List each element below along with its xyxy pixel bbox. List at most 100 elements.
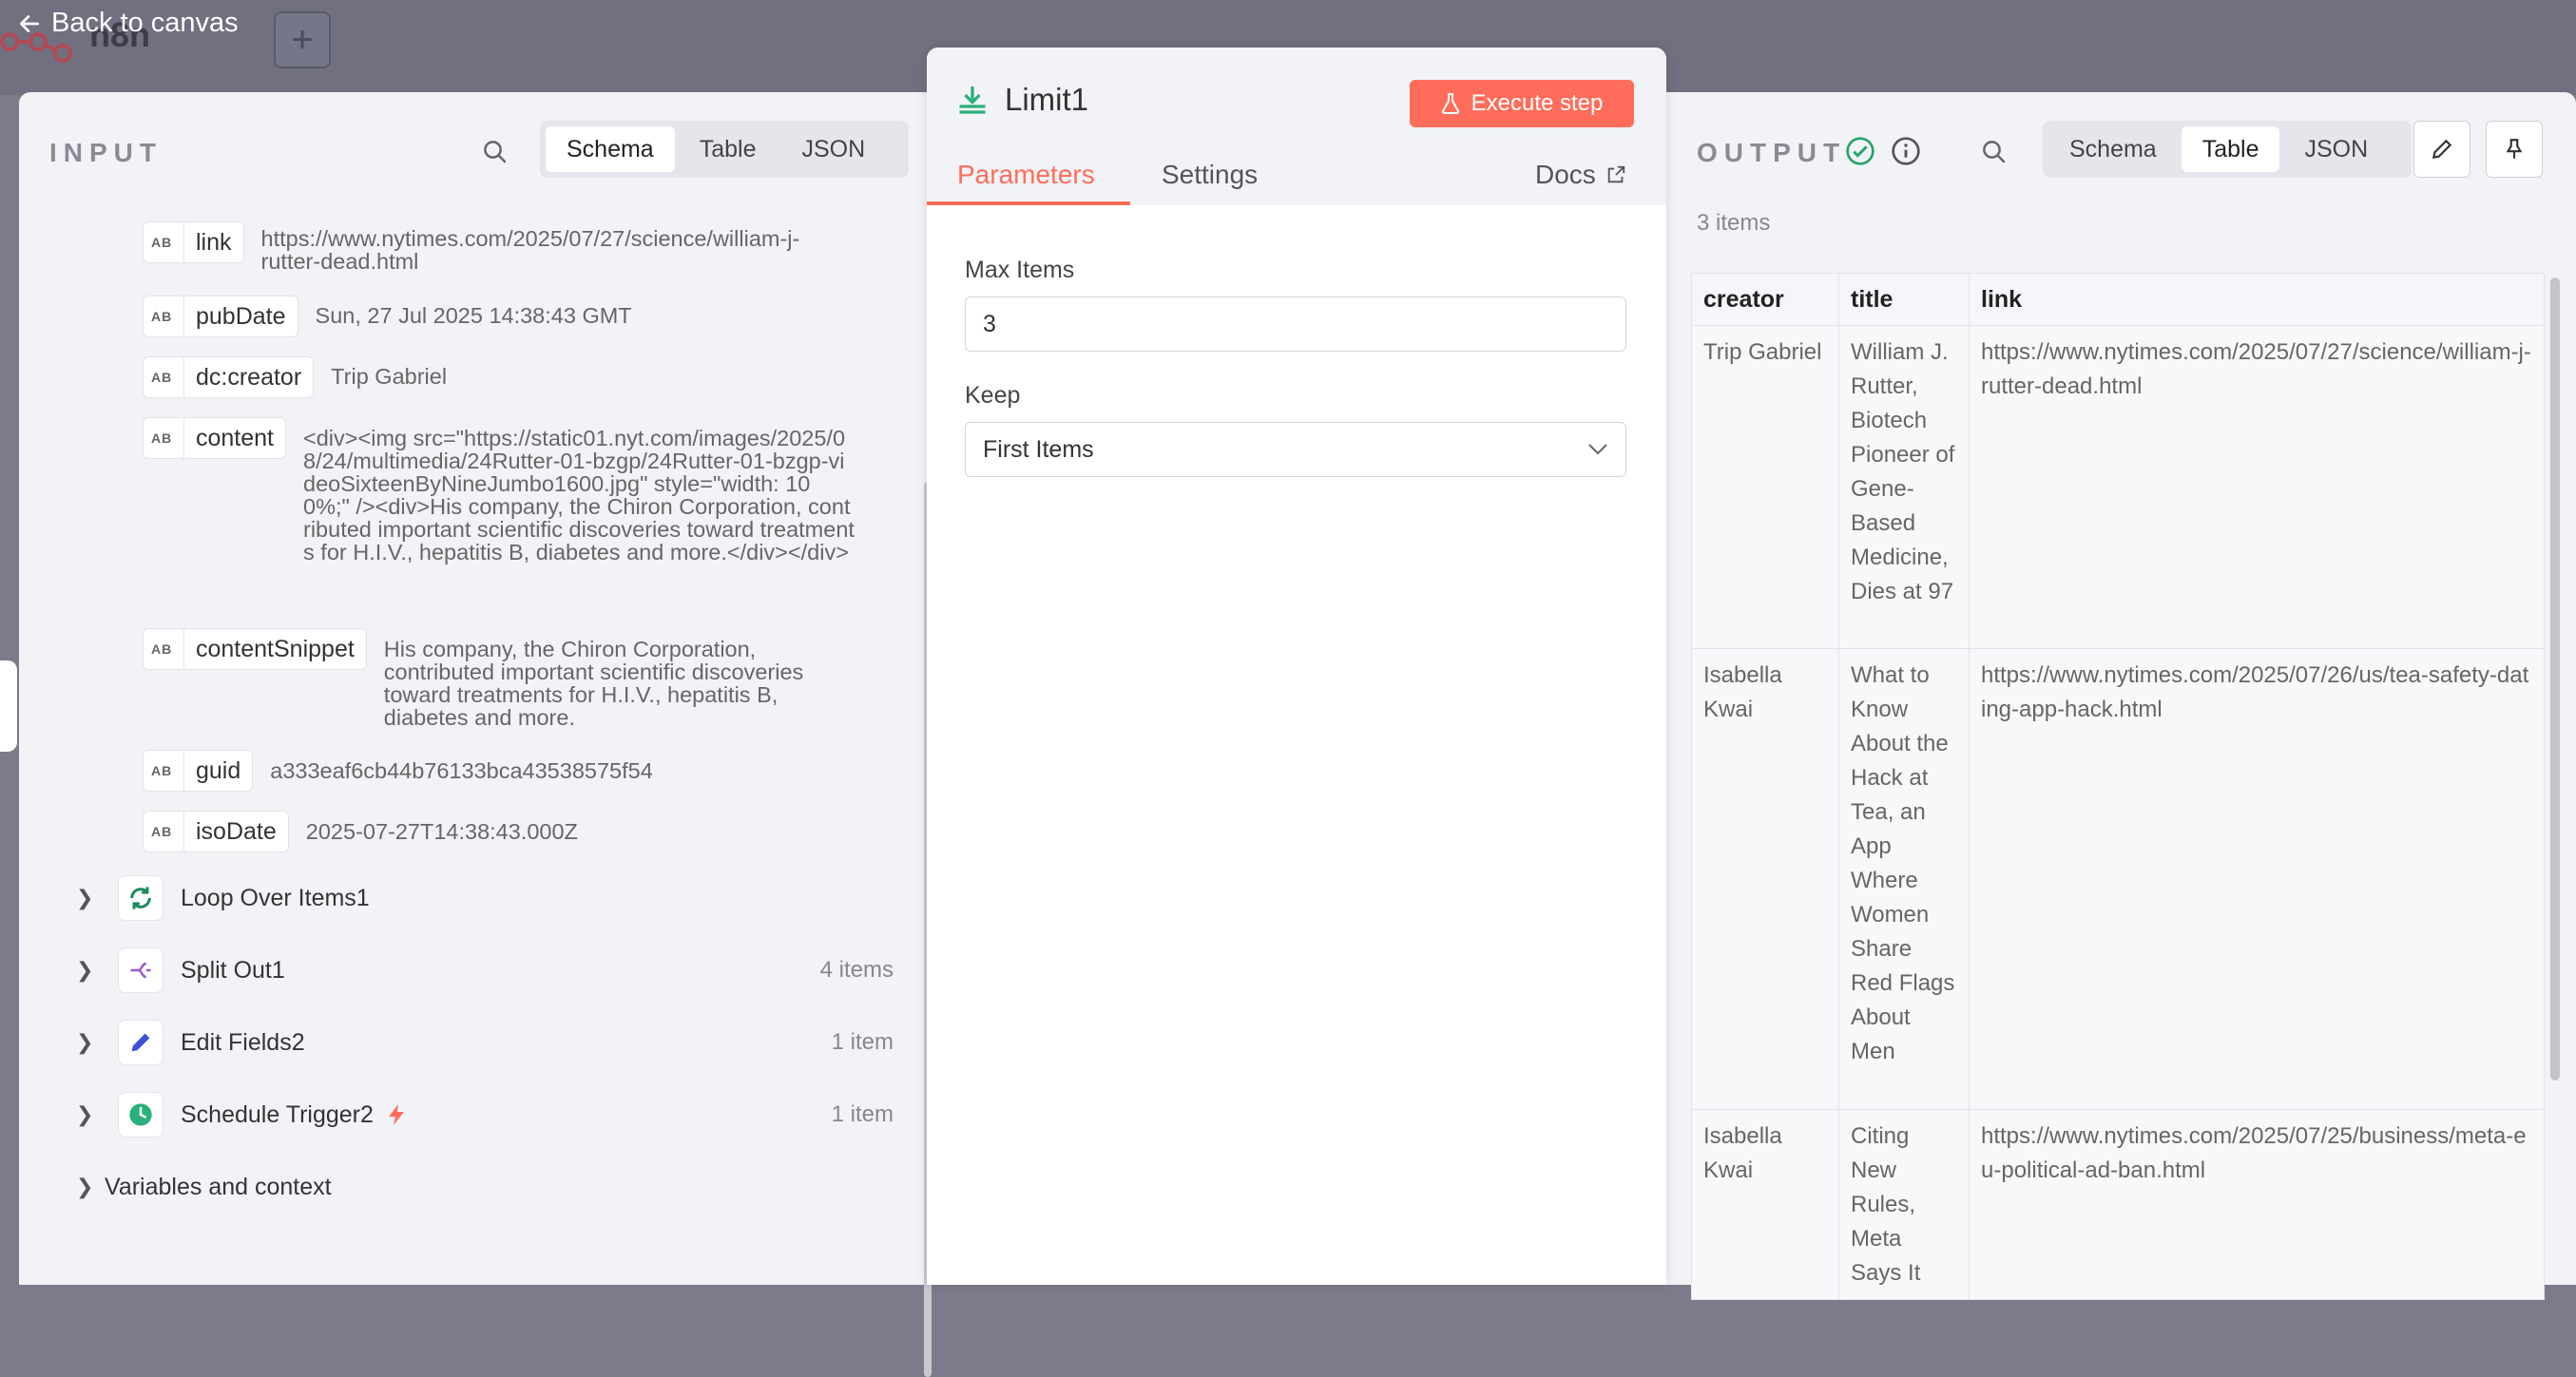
cell-link[interactable]: https://www.nytimes.com/2025/07/25/busin…	[1969, 1109, 2545, 1300]
output-view-switcher: Schema Table JSON	[2043, 121, 2412, 178]
cell-link[interactable]: https://www.nytimes.com/2025/07/27/scien…	[1969, 325, 2545, 649]
table-row: Trip Gabriel William J. Rutter, Biotech …	[1691, 325, 2545, 649]
chevron-right-icon[interactable]: ❯	[76, 1102, 105, 1127]
node-item-count: 1 item	[831, 1101, 894, 1127]
docs-label: Docs	[1535, 160, 1596, 189]
loop-icon	[118, 875, 163, 921]
search-icon[interactable]	[481, 138, 509, 166]
field-chip[interactable]: AB isoDate	[143, 811, 289, 852]
field-value: <div><img src="https://static01.nyt.com/…	[303, 426, 855, 564]
keep-label: Keep	[965, 382, 1021, 409]
input-tab-schema[interactable]: Schema	[546, 126, 675, 172]
column-header-link[interactable]: link	[1969, 273, 2545, 326]
field-value: https://www.nytimes.com/2025/07/27/scien…	[260, 226, 800, 274]
node-title[interactable]: Limit1	[1005, 82, 1088, 118]
external-link-icon	[1607, 165, 1624, 183]
input-title: INPUT	[49, 138, 163, 167]
input-node-loop-over-items[interactable]: ❯ Loop Over Items1	[76, 870, 894, 927]
field-key: contentSnippet	[183, 629, 355, 669]
cell-title[interactable]: Citing New Rules, Meta Says It	[1838, 1109, 1970, 1300]
output-panel: OUTPUT Schema Table JSON 3 items creator…	[1666, 92, 2576, 1300]
max-items-input[interactable]: 3	[965, 296, 1626, 352]
output-table: creator title link Trip Gabriel William …	[1691, 273, 2545, 1300]
split-icon	[118, 947, 163, 993]
table-header-row: creator title link	[1691, 273, 2545, 326]
output-tab-schema[interactable]: Schema	[2048, 126, 2178, 172]
arrow-left-icon	[19, 14, 40, 32]
field-chip[interactable]: AB dc:creator	[143, 356, 315, 398]
cell-creator[interactable]: Trip Gabriel	[1691, 325, 1839, 649]
chevron-right-icon[interactable]: ❯	[76, 958, 105, 983]
output-scrollbar[interactable]	[2550, 277, 2560, 1081]
search-icon[interactable]	[1980, 138, 2009, 166]
cell-creator[interactable]: Isabella Kwai	[1691, 1109, 1839, 1300]
parameters-panel: Limit1 Execute step Parameters Settings …	[927, 48, 1666, 1285]
tab-settings[interactable]: Settings	[1162, 160, 1258, 190]
pencil-icon	[2432, 139, 2452, 160]
schema-field-guid: AB guid a333eaf6cb44b76133bca43538575f54	[143, 750, 840, 792]
field-key: dc:creator	[183, 357, 301, 397]
chevron-right-icon[interactable]: ❯	[76, 1030, 105, 1055]
keep-select[interactable]: First Items	[965, 422, 1626, 477]
input-node-schedule-trigger[interactable]: ❯ Schedule Trigger2 1 item	[76, 1086, 894, 1143]
field-value: 2025-07-27T14:38:43.000Z	[305, 819, 578, 844]
execute-step-label: Execute step	[1471, 90, 1604, 116]
output-tab-json[interactable]: JSON	[2283, 126, 2389, 172]
node-label: Schedule Trigger2	[181, 1100, 374, 1128]
tab-parameters[interactable]: Parameters	[957, 160, 1095, 190]
field-key: pubDate	[183, 296, 286, 336]
output-tab-table[interactable]: Table	[2181, 126, 2280, 172]
execute-step-button[interactable]: Execute step	[1410, 80, 1634, 127]
output-title: OUTPUT	[1697, 138, 1847, 167]
string-type-icon: AB	[151, 824, 173, 839]
schema-field-content: AB content <div><img src="https://static0…	[143, 417, 855, 564]
output-items-count: 3 items	[1697, 210, 1771, 236]
back-to-canvas-link[interactable]: Back to canvas	[17, 8, 239, 39]
chevron-right-icon[interactable]: ❯	[76, 886, 105, 910]
edit-output-button[interactable]	[2413, 121, 2470, 178]
cell-title[interactable]: William J. Rutter, Biotech Pioneer of Ge…	[1838, 325, 1970, 649]
lightning-bolt-icon	[388, 1104, 404, 1125]
string-type-icon: AB	[151, 235, 173, 250]
field-chip[interactable]: AB pubDate	[143, 296, 298, 337]
input-tab-json[interactable]: JSON	[780, 126, 886, 172]
success-check-icon	[1846, 137, 1874, 165]
field-chip[interactable]: AB link	[143, 221, 244, 263]
schema-field-link: AB link https://www.nytimes.com/2025/07/2…	[143, 221, 851, 273]
variables-and-context[interactable]: ❯ Variables and context	[76, 1158, 894, 1215]
clock-icon	[118, 1092, 163, 1138]
chevron-right-icon[interactable]: ❯	[76, 1175, 105, 1199]
string-type-icon: AB	[151, 763, 173, 778]
field-chip[interactable]: AB content	[143, 417, 287, 459]
variables-label: Variables and context	[105, 1173, 332, 1200]
field-chip[interactable]: AB guid	[143, 750, 254, 792]
string-type-icon: AB	[151, 430, 173, 446]
input-tab-table[interactable]: Table	[679, 126, 778, 172]
schema-field-creator: AB dc:creator Trip Gabriel	[143, 356, 806, 398]
column-header-creator[interactable]: creator	[1691, 273, 1839, 326]
left-drag-handle[interactable]	[0, 660, 17, 752]
field-value: Sun, 27 Jul 2025 14:38:43 GMT	[315, 303, 632, 328]
info-icon[interactable]	[1891, 136, 1921, 166]
field-value: Trip Gabriel	[331, 364, 448, 389]
field-key: content	[183, 418, 274, 458]
input-node-edit-fields[interactable]: ❯ Edit Fields2 1 item	[76, 1014, 894, 1071]
column-header-title[interactable]: title	[1838, 273, 1970, 326]
node-item-count: 4 items	[819, 957, 894, 983]
field-key: isoDate	[183, 812, 277, 851]
docs-link[interactable]: Docs	[1535, 160, 1626, 190]
input-node-split-out[interactable]: ❯ Split Out1 4 items	[76, 942, 894, 999]
pin-output-button[interactable]	[2486, 121, 2543, 178]
input-panel: INPUT Schema Table JSON AB link https://w…	[19, 92, 932, 1377]
field-chip[interactable]: AB contentSnippet	[143, 628, 367, 670]
pencil-icon	[118, 1020, 163, 1065]
node-label: Split Out1	[181, 956, 285, 984]
cell-title[interactable]: What to Know About the Hack at Tea, an A…	[1838, 648, 1970, 1110]
pin-icon	[2506, 139, 2523, 159]
field-value: a333eaf6cb44b76133bca43538575f54	[270, 758, 653, 783]
cell-link[interactable]: https://www.nytimes.com/2025/07/26/us/te…	[1969, 648, 2545, 1110]
canvas-add-node-button[interactable]: +	[274, 11, 331, 68]
cell-creator[interactable]: Isabella Kwai	[1691, 648, 1839, 1110]
chevron-down-icon	[1588, 444, 1607, 455]
input-view-switcher: Schema Table JSON	[540, 121, 909, 178]
